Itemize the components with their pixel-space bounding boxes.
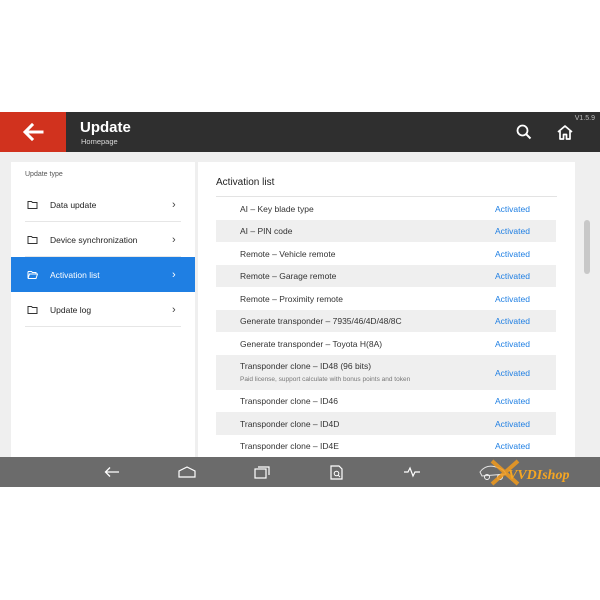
list-item: Generate transponder – Toyota H(8A) Acti… [216,332,556,355]
page-title: Update [80,119,131,136]
status-label: Activated [495,441,530,451]
panel-heading: Update type [25,171,63,178]
item-note: Paid license, support calculate with bon… [240,376,411,383]
pulse-icon [404,466,420,478]
item-name: Transponder clone – ID4D [240,419,340,429]
page-subtitle: Homepage [81,137,118,146]
chevron-right-icon: › [172,303,176,316]
list-item: AI – Key blade type Activated [216,197,556,220]
item-name: Generate transponder – Toyota H(8A) [240,339,383,349]
item-name: Remote – Proximity remote [240,294,343,304]
home-button[interactable] [555,122,575,142]
list-item: Remote – Proximity remote Activated [216,287,556,310]
home-icon [557,124,573,140]
update-type-panel: Update type Data update › Device synchro… [11,162,195,462]
chevron-right-icon: › [172,268,176,281]
folder-icon [27,306,38,314]
status-label: Activated [495,316,530,326]
item-name: Remote – Vehicle remote [240,249,336,259]
nav-screenshot-button[interactable] [328,463,346,481]
sidebar-item-update-log[interactable]: Update log › [11,292,195,327]
version-label: V1.5.9 [574,115,595,122]
activation-list-panel: Activation list AI – Key blade type Acti… [198,162,575,462]
vvdishop-watermark: VVDIshop [479,459,569,486]
item-name: AI – Key blade type [240,204,314,214]
app-screen: Update Homepage V1.5.9 Update type Data … [0,112,600,487]
status-label: Activated [495,294,530,304]
status-label: Activated [495,368,530,378]
list-item: Generate transponder – 7935/46/4D/48/8C … [216,310,556,332]
recents-icon [254,465,270,479]
arrow-left-icon [22,123,44,141]
item-name: Transponder clone – ID46 [240,396,338,406]
list-item: Transponder clone – ID46 Activated [216,390,556,412]
folder-icon [27,201,38,209]
chevron-right-icon: › [172,198,176,211]
item-name: Generate transponder – 7935/46/4D/48/8C [240,316,402,326]
sidebar-item-data-update[interactable]: Data update › [11,187,195,222]
list-item: Transponder clone – ID4E Activated [216,435,556,457]
divider [25,326,181,327]
sidebar-item-device-synchronization[interactable]: Device synchronization › [11,222,195,257]
search-button[interactable] [514,122,534,142]
search-icon [516,124,532,140]
sidebar-item-label: Data update [50,199,97,210]
list-item: Transponder clone – ID48 (96 bits) Paid … [216,355,556,390]
scrollbar[interactable] [584,220,590,274]
nav-recents-button[interactable] [253,463,271,481]
nav-diagnostics-button[interactable] [403,463,421,481]
list-item: Remote – Garage remote Activated [216,265,556,287]
sidebar-item-label: Device synchronization [50,234,138,245]
status-label: Activated [495,249,530,259]
top-bar: Update Homepage V1.5.9 [0,112,600,152]
list-item: Transponder clone – ID4D Activated [216,412,556,435]
folder-icon [27,236,38,244]
status-label: Activated [495,271,530,281]
back-button[interactable] [0,112,66,152]
item-name: AI – PIN code [240,226,293,236]
item-name: Remote – Garage remote [240,271,337,281]
nav-home-button[interactable] [178,463,196,481]
sidebar-item-activation-list[interactable]: Activation list › [11,257,195,292]
sidebar-item-label: Activation list [50,269,100,280]
nav-back-button[interactable] [103,463,121,481]
item-name: Transponder clone – ID48 (96 bits) [240,361,372,371]
home-outline-icon [178,466,196,478]
folder-open-icon [27,271,38,279]
status-label: Activated [495,396,530,406]
list-item: AI – PIN code Activated [216,220,556,242]
sidebar-item-label: Update log [50,304,92,315]
back-arrow-icon [104,467,119,477]
section-heading: Activation list [216,177,275,188]
status-label: Activated [495,226,530,236]
status-label: Activated [495,419,530,429]
status-label: Activated [495,339,530,349]
document-search-icon [330,464,343,480]
list-item: Remote – Vehicle remote Activated [216,242,556,265]
status-label: Activated [495,204,530,214]
chevron-right-icon: › [172,233,176,246]
watermark-text: VVDIshop [508,468,569,483]
item-name: Transponder clone – ID4E [240,441,339,451]
